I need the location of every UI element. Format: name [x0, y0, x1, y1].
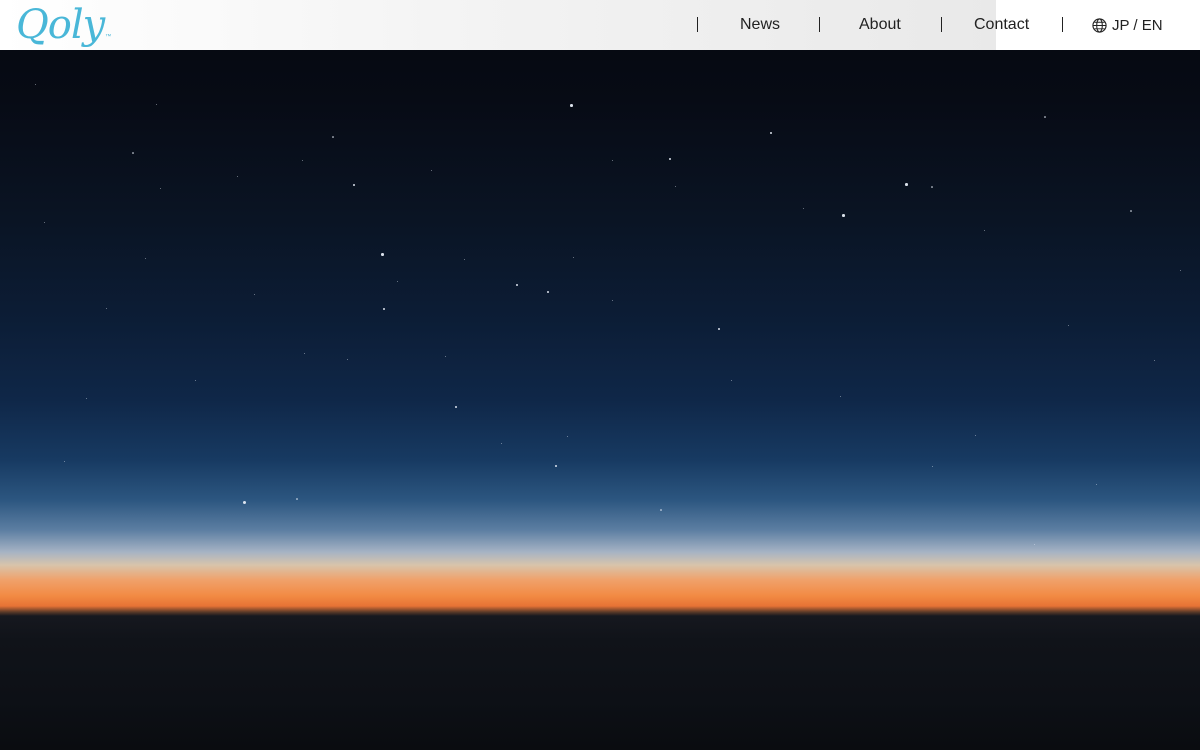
star [332, 136, 334, 138]
star [86, 398, 87, 399]
star [516, 284, 518, 286]
star [431, 170, 433, 172]
star [132, 152, 134, 154]
star [1096, 484, 1098, 486]
language-switcher[interactable]: JP / EN [1092, 0, 1163, 50]
star [905, 183, 908, 186]
star [718, 328, 720, 330]
star [353, 184, 355, 186]
star [1130, 210, 1132, 212]
star [660, 509, 662, 511]
star [304, 353, 306, 355]
star [547, 291, 549, 293]
star [501, 443, 503, 445]
star [669, 158, 671, 160]
star [195, 380, 197, 382]
star [1068, 325, 1070, 327]
star [731, 380, 732, 381]
star [296, 498, 298, 500]
star [1034, 544, 1036, 546]
star [555, 465, 557, 467]
nav-separator [697, 17, 698, 32]
star [975, 435, 977, 437]
star [35, 84, 37, 86]
star [1154, 360, 1155, 361]
star [612, 300, 613, 301]
star [455, 406, 457, 408]
star [243, 501, 246, 504]
star [770, 132, 772, 134]
star [842, 214, 845, 217]
logo-text: Qoly [16, 2, 105, 48]
star [347, 359, 349, 361]
star [573, 257, 575, 259]
star [984, 230, 985, 231]
nav-separator [1062, 17, 1063, 32]
star [254, 294, 255, 295]
nav-separator [941, 17, 942, 32]
star [840, 396, 841, 397]
language-label: JP / EN [1112, 16, 1163, 34]
star [1044, 116, 1046, 118]
nav-separator [819, 17, 820, 32]
cloud-sea [0, 612, 1200, 750]
star [567, 436, 569, 438]
star [64, 461, 66, 463]
globe-icon [1092, 17, 1107, 33]
site-header: Qoly ™ News About Contact JP / EN [0, 0, 1200, 50]
nav-link-contact[interactable]: Contact [974, 0, 1029, 50]
star [803, 208, 804, 209]
star [932, 466, 933, 467]
star [381, 253, 384, 256]
star [156, 104, 157, 105]
star [145, 258, 146, 259]
star [675, 186, 677, 188]
star [1180, 270, 1182, 272]
star [570, 104, 573, 107]
star [397, 281, 399, 283]
starfield [0, 0, 1200, 560]
nav-link-about[interactable]: About [859, 0, 901, 50]
hero-image [0, 0, 1200, 750]
logo[interactable]: Qoly ™ [16, 2, 111, 48]
star [931, 186, 933, 188]
logo-trademark: ™ [105, 34, 111, 40]
star [237, 176, 239, 178]
star [612, 160, 613, 161]
star [106, 308, 108, 310]
star [383, 308, 385, 310]
star [445, 356, 447, 358]
star [464, 259, 466, 261]
star [160, 188, 162, 190]
star [302, 160, 303, 161]
star [44, 222, 46, 224]
nav-link-news[interactable]: News [740, 0, 780, 50]
